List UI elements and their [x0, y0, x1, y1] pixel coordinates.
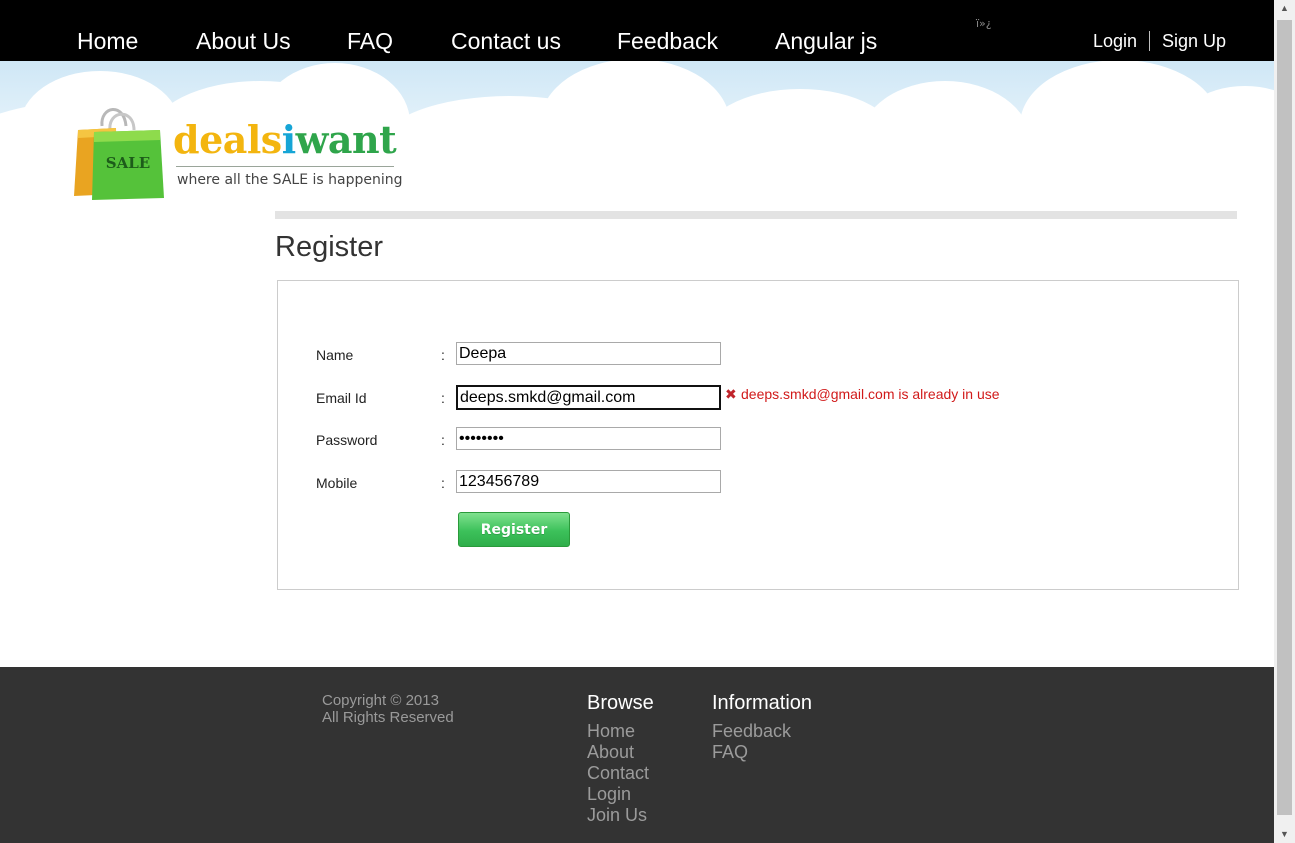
password-input[interactable]	[456, 427, 721, 450]
page-title: Register	[275, 231, 383, 263]
password-colon: :	[441, 432, 445, 448]
copyright: Copyright © 2013 All Rights Reserved	[322, 692, 454, 726]
password-label: Password	[316, 432, 378, 448]
login-link[interactable]: Login	[1093, 30, 1137, 52]
scroll-down-arrow-icon[interactable]: ▼	[1274, 826, 1295, 843]
nav-about-us[interactable]: About Us	[196, 27, 291, 55]
scroll-up-arrow-icon[interactable]: ▲	[1274, 0, 1295, 17]
register-button[interactable]: Register	[458, 512, 570, 547]
signup-link[interactable]: Sign Up	[1162, 30, 1226, 52]
shopping-bag-icon: SALE	[74, 104, 166, 207]
mobile-input[interactable]	[456, 470, 721, 493]
footer-information-heading: Information	[712, 692, 813, 714]
nav-contact-us[interactable]: Contact us	[451, 27, 561, 55]
logo-tagline: where all the SALE is happening	[177, 172, 403, 188]
mobile-label: Mobile	[316, 475, 358, 491]
name-label: Name	[316, 347, 354, 363]
register-form-box	[277, 280, 1239, 590]
logo-wordmark[interactable]: dealsiwant	[173, 118, 397, 162]
logo-underline	[176, 166, 394, 167]
footer-link-contact[interactable]: Contact	[587, 763, 649, 784]
footer-browse-heading: Browse	[587, 692, 654, 714]
scrollbar-thumb[interactable]	[1277, 20, 1292, 815]
auth-separator	[1149, 31, 1150, 51]
name-input[interactable]	[456, 342, 721, 365]
svg-text:SALE: SALE	[106, 154, 150, 172]
nav-feedback[interactable]: Feedback	[617, 27, 718, 55]
email-colon: :	[441, 390, 445, 406]
name-colon: :	[441, 347, 445, 363]
email-input[interactable]	[456, 385, 721, 410]
top-nav-bar: Home About Us FAQ Contact us Feedback An…	[0, 0, 1274, 61]
bom-artifact-text: ï»¿	[976, 17, 992, 30]
error-x-icon: ✖	[725, 386, 737, 402]
mobile-colon: :	[441, 475, 445, 491]
footer-link-home[interactable]: Home	[587, 721, 635, 742]
email-label: Email Id	[316, 390, 367, 406]
nav-angular-js[interactable]: Angular js	[775, 27, 877, 55]
email-error-message: deeps.smkd@gmail.com is already in use	[741, 386, 1000, 402]
footer-link-login[interactable]: Login	[587, 784, 631, 805]
nav-faq[interactable]: FAQ	[347, 27, 393, 55]
section-divider	[275, 211, 1237, 219]
vertical-scrollbar[interactable]: ▲ ▼	[1274, 0, 1295, 843]
footer-link-join-us[interactable]: Join Us	[587, 805, 647, 826]
footer-link-faq[interactable]: FAQ	[712, 742, 748, 763]
nav-home[interactable]: Home	[77, 27, 138, 55]
footer-link-feedback[interactable]: Feedback	[712, 721, 791, 742]
footer-link-about[interactable]: About	[587, 742, 634, 763]
